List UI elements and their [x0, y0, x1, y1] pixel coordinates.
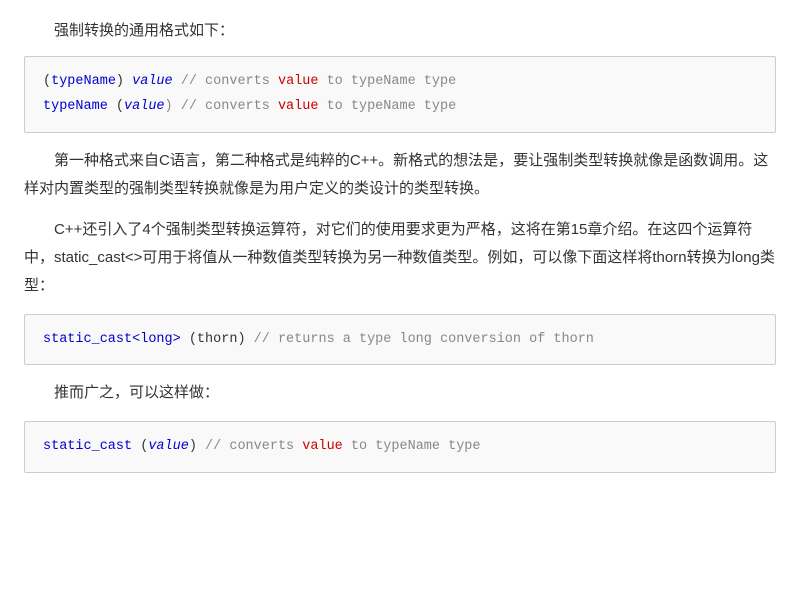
code-value-2: value — [124, 99, 165, 114]
code-typename-2: typeName — [43, 99, 108, 114]
code-comment-1b: to typeName type — [318, 74, 456, 89]
paragraph-1: 第一种格式来自C语言，第二种格式是纯粹的C++。新格式的想法是，要让强制类型转换… — [24, 147, 776, 203]
code-paren-close-2: ) — [189, 439, 205, 454]
code-paren-close-1: ) — [116, 74, 132, 89]
paragraph-3: 推而广之，可以这样做： — [24, 379, 776, 407]
code-static-cast-1: static_cast<long> — [43, 332, 181, 347]
code-typename-1: typeName — [51, 74, 116, 89]
code-comment-4: // converts — [205, 439, 302, 454]
code-thorn-1: (thorn) — [181, 332, 254, 347]
code-line-1-2: typeName (value) // converts value to ty… — [43, 94, 757, 120]
code-paren-open-2: ( — [132, 439, 148, 454]
code-to-1: value — [278, 74, 319, 89]
code-line-3-1: static_cast (value) // converts value to… — [43, 434, 757, 460]
code-line-2-1: static_cast<long> (thorn) // returns a t… — [43, 327, 757, 353]
code-to-3: value — [302, 439, 343, 454]
code-line-1-1: (typeName) value // converts value to ty… — [43, 69, 757, 95]
paragraph-2: C++还引入了4个强制类型转换运算符，对它们的使用要求更为严格，这将在第15章介… — [24, 216, 776, 299]
code-value-1: value — [132, 74, 173, 89]
code-comment-2b: to typeName type — [318, 99, 456, 114]
code-static-cast-2: static_cast — [43, 439, 132, 454]
code-comment-2: ) // converts — [165, 99, 278, 114]
code-to-2: value — [278, 99, 319, 114]
code-space-1: ( — [108, 99, 124, 114]
code-comment-3: // returns a type long conversion of tho… — [254, 332, 594, 347]
code-value-3: value — [148, 439, 189, 454]
code-comment-1: // converts — [173, 74, 278, 89]
code-paren-open-1: ( — [43, 74, 51, 89]
code-block-2: static_cast<long> (thorn) // returns a t… — [24, 314, 776, 366]
code-block-3: static_cast (value) // converts value to… — [24, 421, 776, 473]
code-comment-4b: to typeName type — [343, 439, 481, 454]
section-heading: 强制转换的通用格式如下： — [24, 18, 776, 44]
code-block-1: (typeName) value // converts value to ty… — [24, 56, 776, 133]
